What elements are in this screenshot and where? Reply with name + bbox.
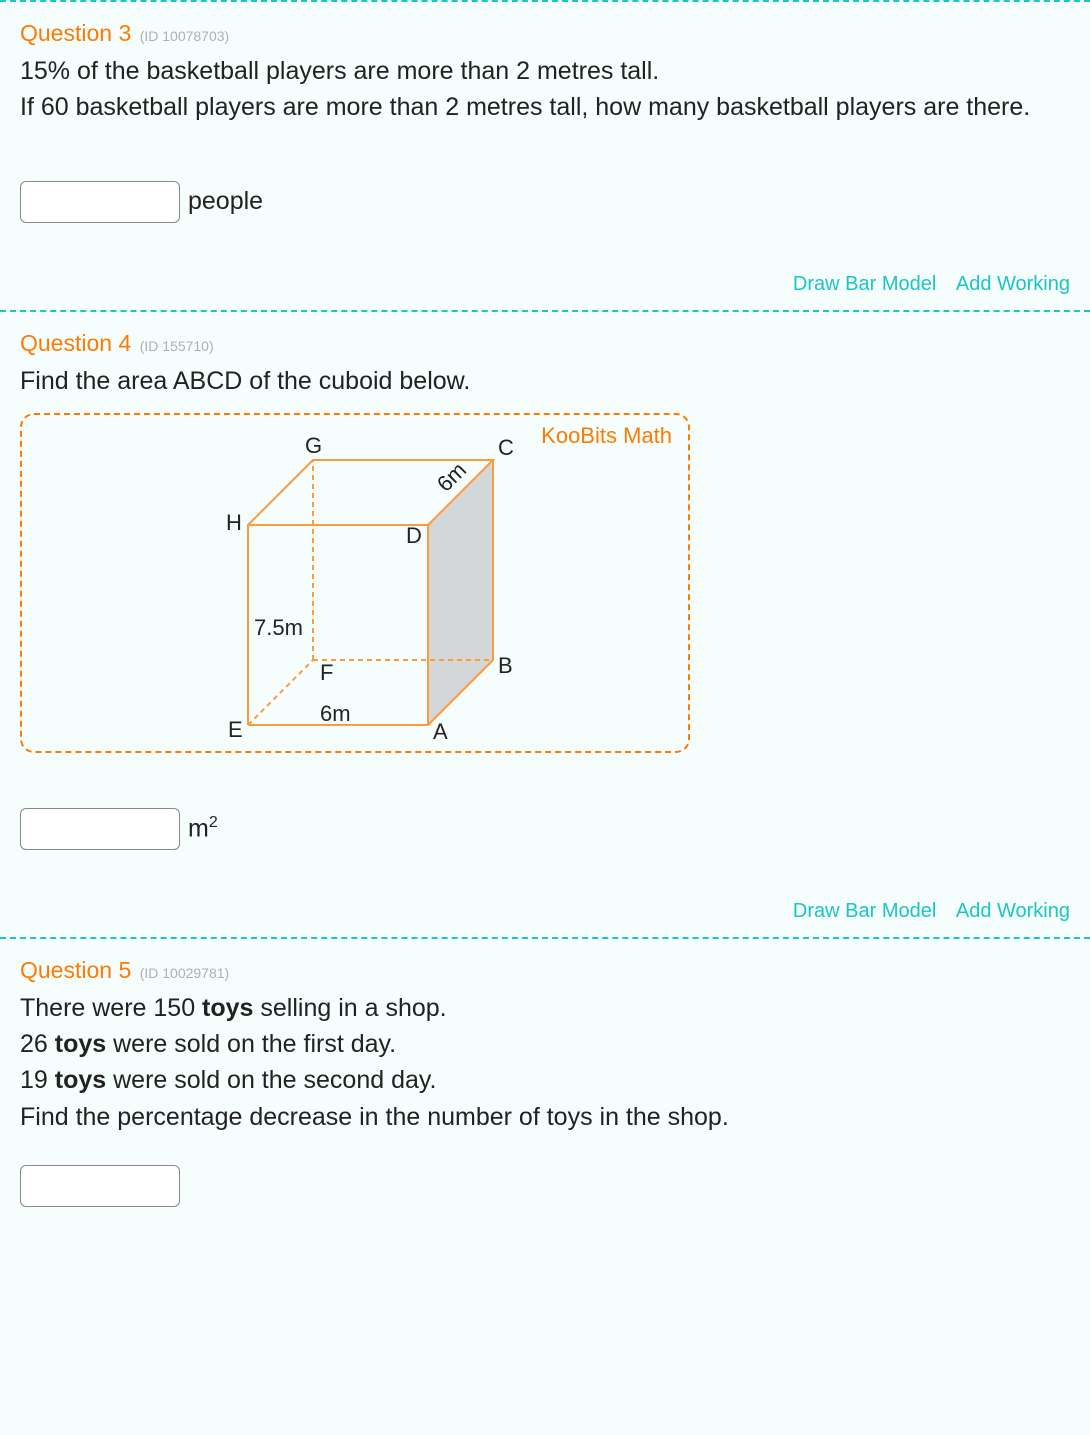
question-id: (ID 10029781) — [140, 965, 230, 981]
answer-unit: m2 — [188, 814, 218, 843]
question-4: Question 4 (ID 155710) Find the area ABC… — [0, 312, 1090, 939]
cuboid-svg: G C H D F B E A 7.5m 6m 6m — [38, 425, 518, 745]
question-id: (ID 155710) — [140, 338, 214, 354]
label-A: A — [433, 719, 448, 744]
label-H: H — [226, 510, 242, 535]
body-line: 15% of the basketball players are more t… — [20, 53, 1070, 89]
label-E: E — [228, 717, 243, 742]
question-title: Question 5 — [20, 957, 131, 983]
answer-input[interactable] — [20, 808, 180, 850]
label-F: F — [320, 660, 333, 685]
question-actions: Draw Bar Model Add Working — [20, 900, 1070, 923]
label-B: B — [498, 653, 513, 678]
question-title: Question 4 — [20, 330, 131, 356]
question-header: Question 5 (ID 10029781) — [20, 957, 1070, 984]
question-header: Question 4 (ID 155710) — [20, 330, 1070, 357]
question-body: 15% of the basketball players are more t… — [20, 53, 1070, 126]
draw-bar-model-link[interactable]: Draw Bar Model — [793, 273, 936, 295]
add-working-link[interactable]: Add Working — [956, 273, 1070, 295]
question-actions: Draw Bar Model Add Working — [20, 273, 1070, 296]
label-G: G — [305, 433, 322, 458]
add-working-link[interactable]: Add Working — [956, 900, 1070, 922]
answer-unit: people — [188, 187, 263, 216]
cuboid-diagram: KooBits Math G C H D F B E A 7.5m 6 — [20, 413, 690, 753]
question-3: Question 3 (ID 10078703) 15% of the bask… — [0, 2, 1090, 312]
body-line: If 60 basketball players are more than 2… — [20, 89, 1070, 125]
answer-row — [20, 1165, 1070, 1207]
watermark: KooBits Math — [541, 423, 672, 449]
question-header: Question 3 (ID 10078703) — [20, 20, 1070, 47]
question-title: Question 3 — [20, 20, 131, 46]
label-D: D — [406, 523, 422, 548]
question-body: There were 150 toys selling in a shop.26… — [20, 990, 1070, 1135]
measure-height: 7.5m — [254, 615, 303, 640]
answer-row: people — [20, 181, 1070, 223]
answer-row: m2 — [20, 808, 1070, 850]
question-id: (ID 10078703) — [140, 28, 230, 44]
label-C: C — [498, 435, 514, 460]
measure-width: 6m — [320, 701, 351, 726]
answer-input[interactable] — [20, 1165, 180, 1207]
body-line: Find the area ABCD of the cuboid below. — [20, 363, 1070, 399]
question-body: Find the area ABCD of the cuboid below. — [20, 363, 1070, 399]
draw-bar-model-link[interactable]: Draw Bar Model — [793, 900, 936, 922]
answer-input[interactable] — [20, 181, 180, 223]
question-5: Question 5 (ID 10029781) There were 150 … — [0, 939, 1090, 1221]
